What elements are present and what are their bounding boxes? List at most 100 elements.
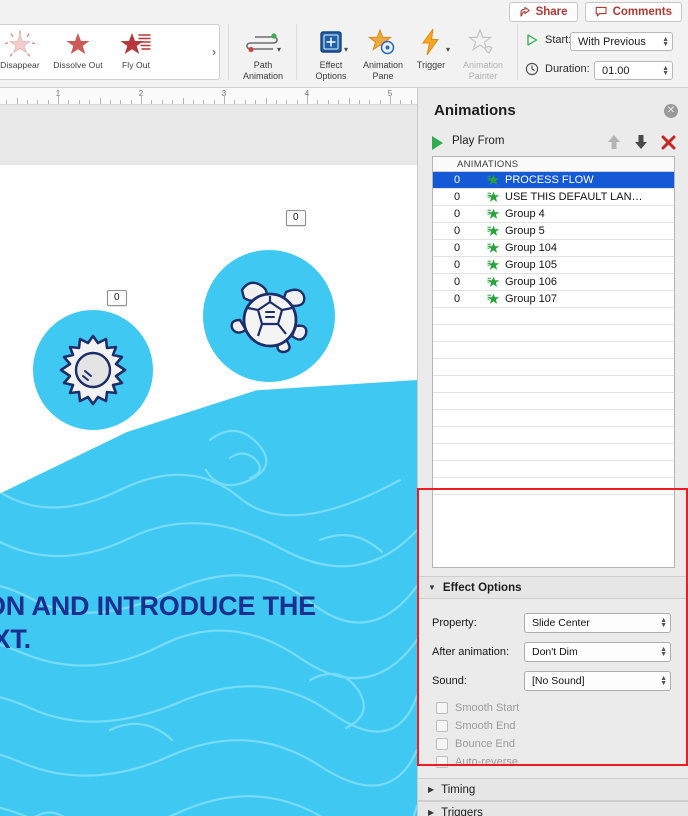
- triggers-section-header[interactable]: ▶ Triggers: [418, 801, 688, 816]
- ribbon-separator-1: [228, 24, 229, 80]
- effect-options-section-label: Effect Options: [443, 582, 522, 594]
- ruler-tick: [245, 100, 246, 104]
- animation-effects-gallery[interactable]: erboard: [0, 24, 220, 80]
- animation-list-empty-row[interactable]: [433, 308, 674, 325]
- checkbox-box[interactable]: [436, 738, 448, 750]
- checkbox-auto-reverse[interactable]: Auto-reverse: [436, 756, 518, 768]
- sound-select[interactable]: [No Sound] ▲▼: [524, 671, 671, 691]
- duration-stepper-icon[interactable]: ▲▼: [662, 66, 669, 76]
- animation-list-empty-row[interactable]: [433, 427, 674, 444]
- turtle-bubble[interactable]: [198, 245, 340, 387]
- animation-list-empty-row[interactable]: [433, 393, 674, 410]
- animation-order-badge[interactable]: 0: [286, 210, 306, 226]
- checkbox-box[interactable]: [436, 756, 448, 768]
- ruler-tick: [193, 100, 194, 104]
- effect-options-section-header[interactable]: ▼ Effect Options: [418, 576, 688, 599]
- animation-list-row[interactable]: 0Group 4: [433, 206, 674, 223]
- animation-order: 0: [433, 276, 481, 288]
- animation-list-empty-row[interactable]: [433, 461, 674, 478]
- ruler-tick: [79, 100, 80, 104]
- animation-list-row[interactable]: 0Group 107: [433, 291, 674, 308]
- gallery-item-dissolve-out[interactable]: Dissolve Out: [49, 25, 107, 79]
- animation-list-row[interactable]: 0Group 104: [433, 240, 674, 257]
- ruler-tick: [224, 95, 225, 104]
- ruler-tick: [276, 100, 277, 104]
- property-select[interactable]: Slide Center ▲▼: [524, 613, 671, 633]
- animation-painter-button[interactable]: Animation Painter: [453, 26, 513, 81]
- slide-title[interactable]: TENTION AND INTRODUCE THE DO NEXT.: [0, 590, 408, 656]
- path-animation-chevron-down-icon[interactable]: ▾: [277, 45, 281, 54]
- animation-list-empty-row[interactable]: [433, 359, 674, 376]
- ruler-tick: [48, 100, 49, 104]
- effect-options-chevron-down-icon[interactable]: ▾: [344, 45, 348, 54]
- checkbox-box[interactable]: [436, 720, 448, 732]
- animation-list-empty-row[interactable]: [433, 444, 674, 461]
- triangle-right-icon: ▶: [428, 808, 434, 816]
- checkbox-smooth-start[interactable]: Smooth Start: [436, 702, 519, 714]
- animation-list-row[interactable]: 0Group 5: [433, 223, 674, 240]
- effect-options-button[interactable]: Effect Options: [304, 26, 358, 81]
- animation-list-empty-row[interactable]: [433, 410, 674, 427]
- duration-input[interactable]: 01.00 ▲▼: [594, 61, 673, 80]
- comments-button[interactable]: Comments: [585, 2, 682, 22]
- play-triangle-icon[interactable]: [432, 136, 443, 150]
- ribbon-separator-3: [517, 24, 518, 80]
- animation-order: 0: [433, 225, 481, 237]
- checkbox-box[interactable]: [436, 702, 448, 714]
- ruler-tick: [307, 95, 308, 104]
- red-x-icon[interactable]: [661, 135, 676, 150]
- arrow-down-icon[interactable]: [634, 134, 648, 150]
- sound-label: Sound:: [432, 675, 467, 687]
- start-select[interactable]: With Previous ▲▼: [570, 32, 673, 51]
- animations-list[interactable]: ANIMATIONS 0PROCESS FLOW0USE THIS DEFAUL…: [432, 156, 675, 568]
- animation-list-row[interactable]: 0PROCESS FLOW: [433, 172, 674, 189]
- ruler-tick: [68, 100, 69, 104]
- animation-list-row[interactable]: 0USE THIS DEFAULT LAN…: [433, 189, 674, 206]
- after-animation-label: After animation:: [432, 646, 509, 658]
- star-fly-out-icon: [120, 29, 152, 59]
- sound-stepper-icon[interactable]: ▲▼: [660, 676, 667, 686]
- after-animation-row: After animation:: [432, 646, 509, 658]
- after-animation-stepper-icon[interactable]: ▲▼: [660, 647, 667, 657]
- play-from-label[interactable]: Play From: [452, 135, 504, 147]
- animation-list-empty-row[interactable]: [433, 376, 674, 393]
- after-animation-select[interactable]: Don't Dim ▲▼: [524, 642, 671, 662]
- close-icon[interactable]: ✕: [664, 104, 678, 118]
- triggers-section-label: Triggers: [441, 807, 483, 816]
- animation-name: Group 4: [505, 208, 545, 220]
- animation-list-empty-row[interactable]: [433, 342, 674, 359]
- share-label: Share: [536, 6, 568, 18]
- timing-section-header[interactable]: ▶ Timing: [418, 778, 688, 801]
- checkbox-smooth-end[interactable]: Smooth End: [436, 720, 516, 732]
- green-star-icon: [481, 259, 505, 271]
- trigger-chevron-down-icon[interactable]: ▾: [446, 45, 450, 54]
- gallery-item-label: Disappear: [0, 60, 40, 70]
- urchin-bubble[interactable]: [28, 305, 158, 435]
- green-star-icon: [481, 225, 505, 237]
- animation-list-empty-row[interactable]: [433, 478, 674, 495]
- share-icon: [519, 6, 531, 18]
- slide[interactable]: TENTION AND INTRODUCE THE DO NEXT.: [0, 165, 417, 816]
- animation-order: 0: [433, 242, 481, 254]
- gallery-more-button[interactable]: ›: [212, 45, 216, 59]
- duration-value: 01.00: [602, 65, 630, 77]
- path-animation-label: Path Animation: [243, 60, 283, 81]
- path-animation-button[interactable]: Path Animation: [236, 26, 290, 81]
- animation-list-empty-row[interactable]: [433, 325, 674, 342]
- gallery-item-fly-out[interactable]: Fly Out: [107, 25, 165, 79]
- slide-canvas[interactable]: TENTION AND INTRODUCE THE DO NEXT. 0 0: [0, 105, 417, 816]
- arrow-up-icon[interactable]: [607, 134, 621, 150]
- property-stepper-icon[interactable]: ▲▼: [660, 618, 667, 628]
- start-stepper-icon[interactable]: ▲▼: [662, 37, 669, 47]
- animation-list-row[interactable]: 0Group 106: [433, 274, 674, 291]
- play-from-row: Play From: [432, 132, 676, 154]
- animation-order: 0: [433, 293, 481, 305]
- animation-painter-label: Animation Painter: [463, 60, 503, 81]
- checkbox-bounce-end[interactable]: Bounce End: [436, 738, 515, 750]
- animation-order-badge[interactable]: 0: [107, 290, 127, 306]
- share-button[interactable]: Share: [509, 2, 578, 22]
- green-star-icon: [481, 191, 505, 203]
- ruler-tick: [183, 98, 184, 104]
- gallery-item-disappear[interactable]: Disappear: [0, 25, 49, 79]
- animation-list-row[interactable]: 0Group 105: [433, 257, 674, 274]
